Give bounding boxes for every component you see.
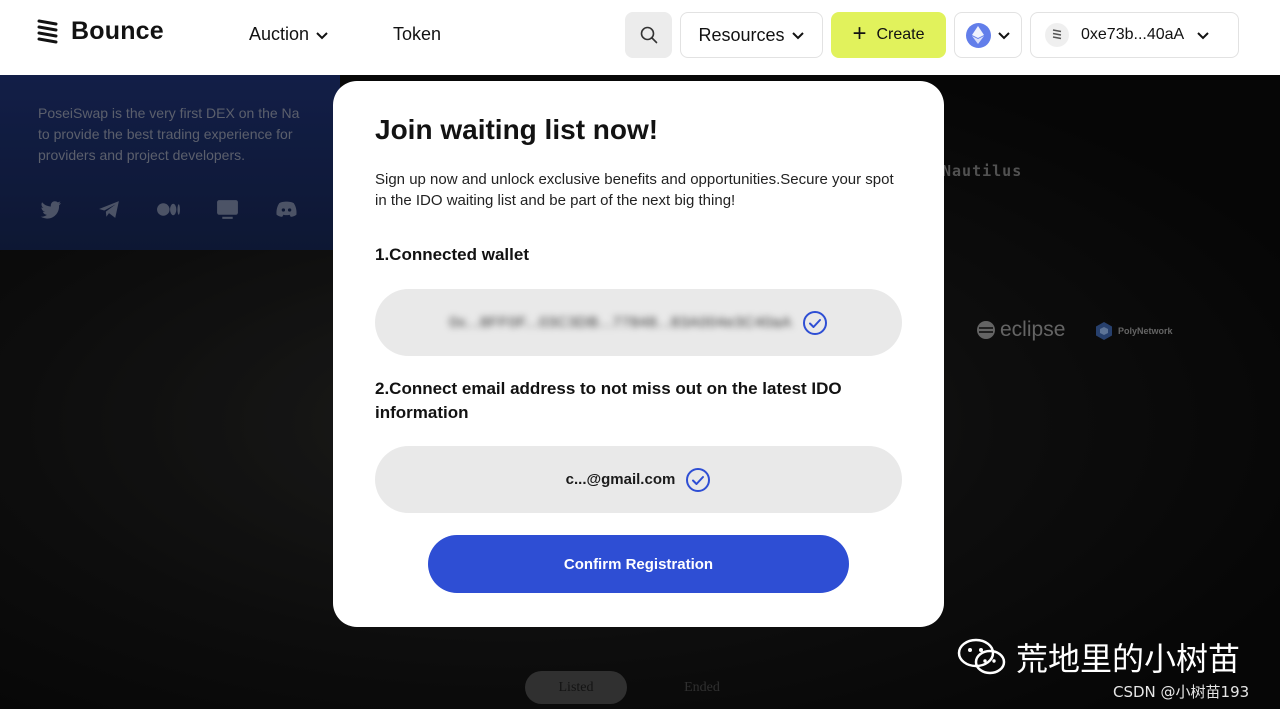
chevron-down-icon	[1197, 32, 1209, 40]
nav-auction[interactable]: Auction	[249, 24, 329, 45]
resources-label: Resources	[698, 24, 785, 45]
confirm-registration-button[interactable]: Confirm Registration	[428, 535, 849, 593]
bounce-mini-icon	[1052, 29, 1062, 40]
bounce-logo[interactable]: Bounce	[37, 17, 164, 46]
ethereum-icon	[965, 22, 991, 48]
create-button[interactable]: + Create	[831, 12, 946, 58]
wechat-icon	[957, 638, 1006, 675]
plus-icon: +	[852, 20, 867, 47]
resources-dropdown[interactable]: Resources	[680, 12, 823, 58]
modal-description: Sign up now and unlock exclusive benefit…	[375, 171, 894, 209]
create-label: Create	[876, 26, 925, 43]
nav-token-label: Token	[393, 24, 442, 44]
wallet-button[interactable]: 0xe73b...40aA	[1030, 12, 1239, 58]
network-selector[interactable]	[954, 12, 1022, 58]
check-circle-icon	[686, 467, 711, 492]
chevron-down-icon	[316, 31, 328, 39]
modal-title: Join waiting list now!	[375, 114, 659, 145]
wallet-avatar	[1045, 23, 1069, 47]
nav-auction-label: Auction	[249, 24, 310, 44]
logo-text: Bounce	[71, 17, 164, 45]
email-value: c...@gmail.com	[565, 471, 676, 488]
watermark-channel: 荒地里的小树苗	[1016, 640, 1241, 678]
top-navbar: Bounce Auction Token Resources + Create …	[0, 0, 1280, 75]
wallet-address-value: 0x...8FF0F...03C3DB...77848...83A004e3C4…	[449, 314, 792, 331]
step2-label: 2.Connect email address to not miss out …	[375, 379, 842, 422]
email-field[interactable]: c...@gmail.com	[375, 446, 902, 513]
connected-wallet-field[interactable]: 0x...8FF0F...03C3DB...77848...83A004e3C4…	[375, 289, 902, 356]
wallet-address: 0xe73b...40aA	[1081, 26, 1185, 43]
check-circle-icon	[802, 310, 827, 335]
search-button[interactable]	[625, 12, 672, 58]
waiting-list-modal: Join waiting list now! Sign up now and u…	[333, 81, 944, 627]
csdn-watermark: CSDN @小树苗193	[1113, 683, 1250, 701]
bounce-logo-icon	[37, 19, 58, 43]
nav-token[interactable]: Token	[393, 24, 441, 45]
chevron-down-icon	[997, 32, 1010, 40]
step1-label: 1.Connected wallet	[375, 245, 529, 264]
wechat-watermark: 荒地里的小树苗	[956, 634, 1240, 680]
chevron-down-icon	[791, 32, 804, 40]
search-icon	[640, 26, 657, 44]
